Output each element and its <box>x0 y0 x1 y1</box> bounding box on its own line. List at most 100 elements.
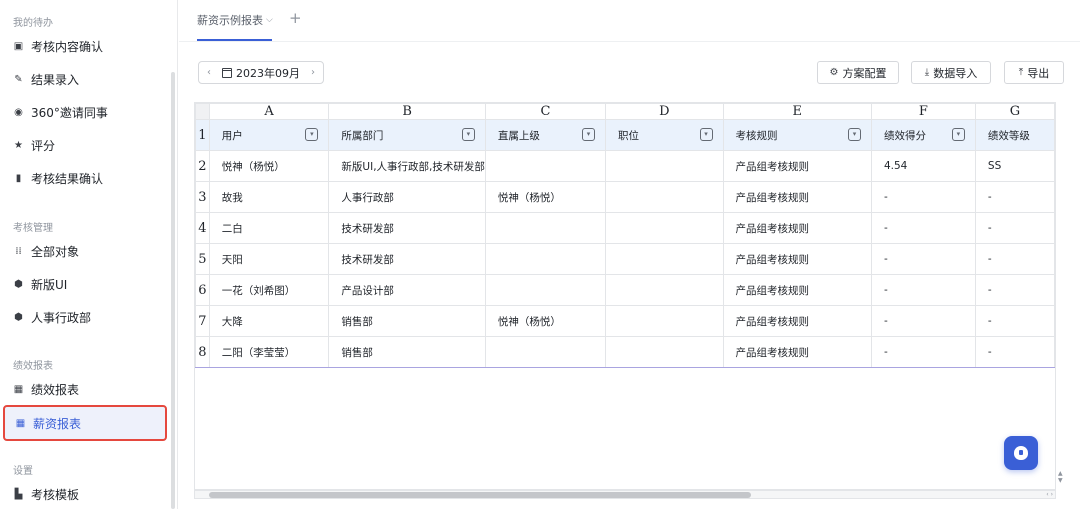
prev-month-button[interactable]: ‹ <box>207 67 211 78</box>
column-letter[interactable]: B <box>328 103 486 120</box>
row-number[interactable]: 4 <box>195 212 210 244</box>
table-cell[interactable]: - <box>870 274 976 306</box>
table-cell[interactable]: - <box>870 336 976 368</box>
table-cell[interactable]: 产品组考核规则 <box>722 181 872 213</box>
column-letter[interactable]: E <box>722 103 872 120</box>
table-cell[interactable] <box>484 150 607 182</box>
table-cell[interactable] <box>605 181 724 213</box>
table-cell[interactable] <box>605 274 724 306</box>
filter-dropdown-icon[interactable]: ▾ <box>847 128 861 141</box>
sidebar-scrollbar[interactable] <box>171 72 175 509</box>
table-cell[interactable] <box>484 274 607 306</box>
table-cell[interactable]: - <box>870 305 976 337</box>
table-cell[interactable]: - <box>974 181 1055 213</box>
table-cell[interactable]: 产品组考核规则 <box>722 212 872 244</box>
column-letter[interactable]: D <box>605 103 724 120</box>
table-cell[interactable]: - <box>870 243 976 275</box>
table-cell[interactable]: 产品组考核规则 <box>722 274 872 306</box>
header-cell-position[interactable]: 职位 ▾ <box>605 119 724 151</box>
table-cell[interactable]: 销售部 <box>328 336 486 368</box>
table-cell[interactable]: 二阳（李莹莹） <box>208 336 330 368</box>
table-cell[interactable] <box>605 150 724 182</box>
table-cell[interactable]: 产品组考核规则 <box>722 150 872 182</box>
sidebar-item-template[interactable]: ▙ 考核模板 <box>3 478 167 509</box>
filter-dropdown-icon[interactable]: ▾ <box>951 128 965 141</box>
month-picker[interactable]: ‹ 2023年09月 › <box>198 61 324 84</box>
export-button[interactable]: ⤒ 导出 <box>1004 61 1064 84</box>
filter-dropdown-icon[interactable]: ▾ <box>461 128 475 141</box>
chevron-down-icon[interactable]: ⌵ <box>266 15 273 25</box>
table-cell[interactable]: - <box>974 274 1055 306</box>
table-cell[interactable] <box>484 212 607 244</box>
horizontal-scrollbar[interactable]: ‹ › <box>194 490 1056 499</box>
filter-dropdown-icon[interactable]: ▾ <box>699 128 713 141</box>
header-cell-score[interactable]: 绩效得分 ▾ <box>870 119 976 151</box>
table-cell[interactable]: 技术研发部 <box>328 212 486 244</box>
table-cell[interactable]: 悦神（杨悦） <box>484 305 607 337</box>
column-letter[interactable]: C <box>484 103 607 120</box>
row-number[interactable]: 7 <box>195 305 210 337</box>
table-cell[interactable]: 产品组考核规则 <box>722 243 872 275</box>
tab-salary-sample-report[interactable]: 薪资示例报表 ⌵ <box>197 12 273 28</box>
vertical-scroll-arrows-icon[interactable]: ▲ ▼ <box>1058 470 1063 484</box>
table-cell[interactable]: 技术研发部 <box>328 243 486 275</box>
header-cell-manager[interactable]: 直属上级 ▾ <box>484 119 607 151</box>
table-cell[interactable]: 销售部 <box>328 305 486 337</box>
sidebar-item-invite-360[interactable]: ◉ 360°邀请同事 <box>3 96 167 129</box>
table-cell[interactable]: 产品设计部 <box>328 274 486 306</box>
table-cell[interactable]: 二白 <box>208 212 330 244</box>
table-cell[interactable]: SS <box>974 150 1055 182</box>
table-cell[interactable] <box>605 305 724 337</box>
table-cell[interactable]: 天阳 <box>208 243 330 275</box>
header-cell-dept[interactable]: 所属部门 ▾ <box>328 119 486 151</box>
table-cell[interactable]: - <box>974 305 1055 337</box>
spreadsheet-grid[interactable]: A B C D E F G 1 用户 ▾ 所属部门 ▾ 直属上级 ▾ 职位 ▾ 考核规则… <box>194 102 1056 490</box>
table-cell[interactable]: 4.54 <box>870 150 976 182</box>
table-cell[interactable]: - <box>870 212 976 244</box>
table-cell[interactable] <box>605 243 724 275</box>
table-cell[interactable] <box>605 336 724 368</box>
table-cell[interactable]: - <box>974 212 1055 244</box>
table-cell[interactable] <box>484 243 607 275</box>
sidebar-item-new-ui[interactable]: ⬢ 新版UI <box>3 268 167 301</box>
table-cell[interactable]: 产品组考核规则 <box>722 336 872 368</box>
header-cell-user[interactable]: 用户 ▾ <box>208 119 330 151</box>
table-cell[interactable] <box>484 336 607 368</box>
sidebar-item-hr-dept[interactable]: ⬢ 人事行政部 <box>3 301 167 334</box>
scrollbar-thumb[interactable] <box>209 492 751 498</box>
sidebar-item-result-entry[interactable]: ✎ 结果录入 <box>3 63 167 96</box>
header-cell-grade[interactable]: 绩效等级 <box>974 119 1055 151</box>
header-cell-rule[interactable]: 考核规则 ▾ <box>722 119 872 151</box>
table-cell[interactable]: 悦神（杨悦） <box>484 181 607 213</box>
sidebar-item-score[interactable]: ★ 评分 <box>3 129 167 162</box>
row-number[interactable]: 3 <box>195 181 210 213</box>
row-number[interactable]: 2 <box>195 150 210 182</box>
table-cell[interactable]: 人事行政部 <box>328 181 486 213</box>
column-letter[interactable]: F <box>870 103 976 120</box>
help-fab-button[interactable] <box>1004 436 1038 470</box>
table-cell[interactable]: 故我 <box>208 181 330 213</box>
table-cell[interactable] <box>605 212 724 244</box>
next-month-button[interactable]: › <box>311 67 315 78</box>
sidebar-item-result-confirm[interactable]: ▮ 考核结果确认 <box>3 162 167 195</box>
table-cell[interactable]: - <box>974 336 1055 368</box>
filter-dropdown-icon[interactable]: ▾ <box>305 128 319 141</box>
table-cell[interactable]: 产品组考核规则 <box>722 305 872 337</box>
grid-corner[interactable] <box>195 103 210 120</box>
sidebar-item-perf-report[interactable]: ▦ 绩效报表 <box>3 373 167 406</box>
add-tab-button[interactable]: + <box>289 9 302 27</box>
scroll-arrows-icon[interactable]: ‹ › <box>1046 491 1053 498</box>
column-letter[interactable]: A <box>208 103 330 120</box>
filter-dropdown-icon[interactable]: ▾ <box>582 128 596 141</box>
scheme-config-button[interactable]: ⚙ 方案配置 <box>817 61 899 84</box>
table-cell[interactable]: - <box>974 243 1055 275</box>
table-cell[interactable]: 悦神（杨悦） <box>208 150 330 182</box>
row-number[interactable]: 8 <box>195 336 210 368</box>
table-cell[interactable]: 新版UI,人事行政部,技术研发部 <box>328 150 486 182</box>
column-letter[interactable]: G <box>974 103 1055 120</box>
sidebar-item-salary-report[interactable]: ▦ 薪资报表 <box>3 405 167 441</box>
row-number[interactable]: 1 <box>195 119 210 151</box>
table-cell[interactable]: 大降 <box>208 305 330 337</box>
table-cell[interactable]: - <box>870 181 976 213</box>
data-import-button[interactable]: ⤓ 数据导入 <box>911 61 991 84</box>
